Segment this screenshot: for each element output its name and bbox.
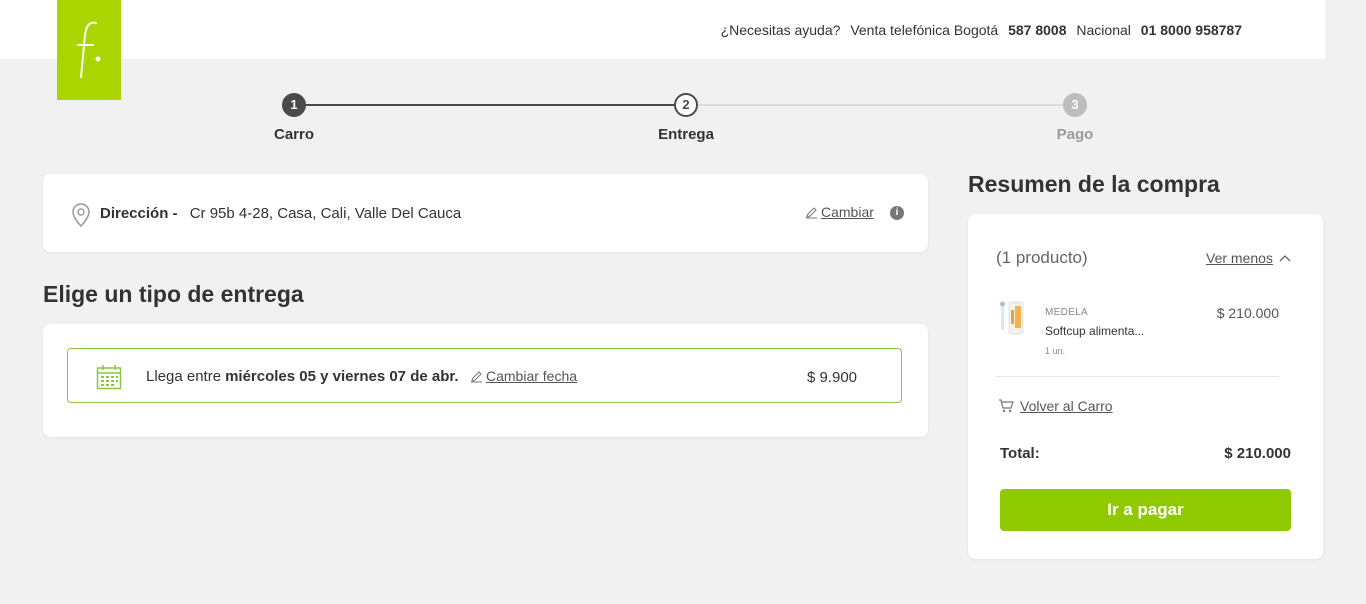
delivery-prefix: Llega entre — [146, 368, 222, 385]
step-3-circle: 3 — [1063, 93, 1087, 117]
phone-local-number[interactable]: 587 8008 — [1008, 22, 1066, 38]
help-text: ¿Necesitas ayuda? — [720, 22, 841, 38]
delivery-price: $ 9.900 — [806, 369, 857, 386]
step-1-circle[interactable]: 1 — [282, 93, 306, 117]
summary-divider — [996, 376, 1279, 377]
back-to-cart-link[interactable]: Volver al Carro — [998, 398, 1113, 414]
step-3-label: Pago — [1056, 126, 1094, 143]
phone-national-number[interactable]: 01 8000 958787 — [1141, 22, 1242, 38]
address-card: Dirección - Cr 95b 4-28, Casa, Cali, Val… — [43, 174, 928, 252]
back-to-cart-label: Volver al Carro — [1020, 398, 1113, 414]
step-progress-line-pending — [686, 104, 1075, 106]
pay-button[interactable]: Ir a pagar — [1000, 489, 1291, 531]
change-address-label: Cambiar — [821, 204, 874, 220]
product-quantity: 1 un. — [1045, 346, 1066, 356]
help-contact-info: ¿Necesitas ayuda? Venta telefónica Bogot… — [715, 22, 1242, 38]
step-progress-line-completed — [294, 104, 686, 106]
delivery-section-title: Elige un tipo de entrega — [43, 281, 304, 307]
product-name[interactable]: Softcup alimenta... — [1045, 324, 1144, 338]
phone-national-label: Nacional — [1076, 22, 1131, 38]
step-1-label[interactable]: Carro — [274, 126, 314, 143]
product-brand: MEDELA — [1045, 307, 1088, 318]
delivery-date-text: Llega entre miércoles 05 y viernes 07 de … — [146, 368, 459, 385]
cart-icon — [999, 399, 1014, 413]
address-value: Cr 95b 4-28, Casa, Cali, Valle Del Cauca — [189, 205, 462, 222]
calendar-icon — [96, 365, 122, 390]
pencil-icon — [806, 206, 817, 218]
total-value: $ 210.000 — [1224, 445, 1291, 462]
address-label: Dirección - — [100, 205, 178, 222]
toggle-products-button[interactable]: Ver menos — [1206, 250, 1291, 266]
phone-local-label: Venta telefónica Bogotá — [850, 22, 999, 38]
total-label: Total: — [1000, 445, 1040, 462]
toggle-products-label: Ver menos — [1206, 250, 1273, 266]
falabella-logo-icon — [77, 21, 101, 78]
location-pin-icon — [72, 203, 90, 228]
summary-title: Resumen de la compra — [968, 171, 1220, 197]
pencil-icon — [471, 370, 482, 382]
chevron-up-icon — [1279, 255, 1291, 262]
delivery-options-card: Llega entre miércoles 05 y viernes 07 de … — [43, 324, 928, 437]
address-text: Dirección - Cr 95b 4-28, Casa, Cali, Val… — [100, 205, 461, 222]
info-icon[interactable]: i — [890, 206, 904, 220]
delivery-dates: miércoles 05 y viernes 07 de abr. — [225, 368, 459, 385]
top-header-bar: ¿Necesitas ayuda? Venta telefónica Bogot… — [0, 0, 1325, 59]
step-2-circle: 2 — [674, 93, 698, 117]
product-price: $ 210.000 — [1216, 305, 1279, 321]
product-thumbnail — [1000, 301, 1024, 335]
change-date-label: Cambiar fecha — [486, 368, 578, 384]
product-count: (1 producto) — [996, 248, 1088, 267]
falabella-logo[interactable] — [57, 0, 121, 100]
summary-card: (1 producto) Ver menos MEDELA Softcup al… — [968, 214, 1323, 559]
change-date-link[interactable]: Cambiar fecha — [470, 368, 577, 384]
step-2-label: Entrega — [658, 126, 714, 143]
change-address-link[interactable]: Cambiar — [805, 204, 874, 220]
delivery-option-selected[interactable]: Llega entre miércoles 05 y viernes 07 de … — [67, 348, 902, 403]
